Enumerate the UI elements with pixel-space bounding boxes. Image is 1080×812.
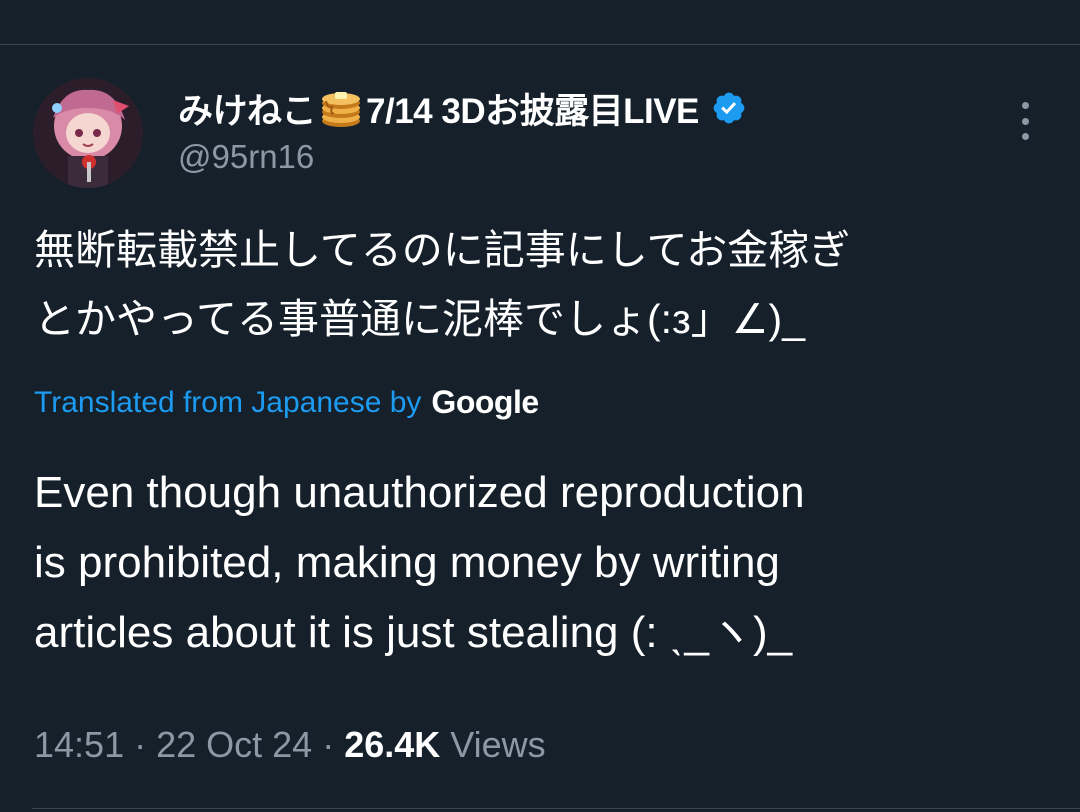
avatar[interactable] (33, 78, 143, 188)
meta-separator: · (124, 724, 157, 765)
tweet-header: みけねこ 7/14 3Dお披露目LIVE @95rn16 (178, 84, 998, 176)
original-line: とかやってる事普通に泥棒でしょ(:з」∠)_ (34, 296, 806, 342)
tweet-detail: みけねこ 7/14 3Dお披露目LIVE @95rn16 無断転載禁止してるのに… (0, 0, 1080, 812)
tweet-translation-text: Even though unauthorized reproduction is… (34, 458, 1044, 668)
display-name-part1[interactable]: みけねこ (178, 83, 317, 134)
verified-badge-icon (711, 90, 747, 126)
avatar-image (33, 78, 143, 188)
translation-line: is prohibited, making money by writing (34, 538, 780, 587)
author-name-row[interactable]: みけねこ 7/14 3Dお披露目LIVE (178, 84, 998, 132)
views-count[interactable]: 26.4K (344, 724, 440, 765)
original-line: 無断転載禁止してるのに記事にしてお金稼ぎ (34, 227, 851, 273)
tweet-meta: 14:51 · 22 Oct 24 · 26.4K Views (34, 724, 546, 766)
pancakes-emoji (318, 85, 364, 131)
translation-attribution[interactable]: Translated from Japanese by Google (34, 384, 539, 421)
more-vertical-icon[interactable] (1012, 102, 1038, 140)
translation-line: Even though unauthorized reproduction (34, 468, 805, 517)
tweet-date[interactable]: 22 Oct 24 (156, 724, 312, 765)
author-handle[interactable]: @95rn16 (178, 138, 998, 176)
tweet-time[interactable]: 14:51 (34, 724, 124, 765)
tweet-original-text: 無断転載禁止してるのに記事にしてお金稼ぎ とかやってる事普通に泥棒でしょ(:з」… (34, 216, 1044, 354)
meta-separator: · (312, 724, 345, 765)
translation-line: articles about it is just stealing (: ˎ_… (34, 608, 793, 657)
top-divider (0, 44, 1080, 45)
translated-from-label[interactable]: Translated from Japanese by (34, 386, 421, 420)
views-label[interactable]: Views (440, 724, 545, 765)
google-logo: Google (431, 384, 539, 420)
bottom-divider (32, 808, 1080, 809)
display-name-part2[interactable]: 7/14 3Dお披露目LIVE (366, 83, 699, 134)
